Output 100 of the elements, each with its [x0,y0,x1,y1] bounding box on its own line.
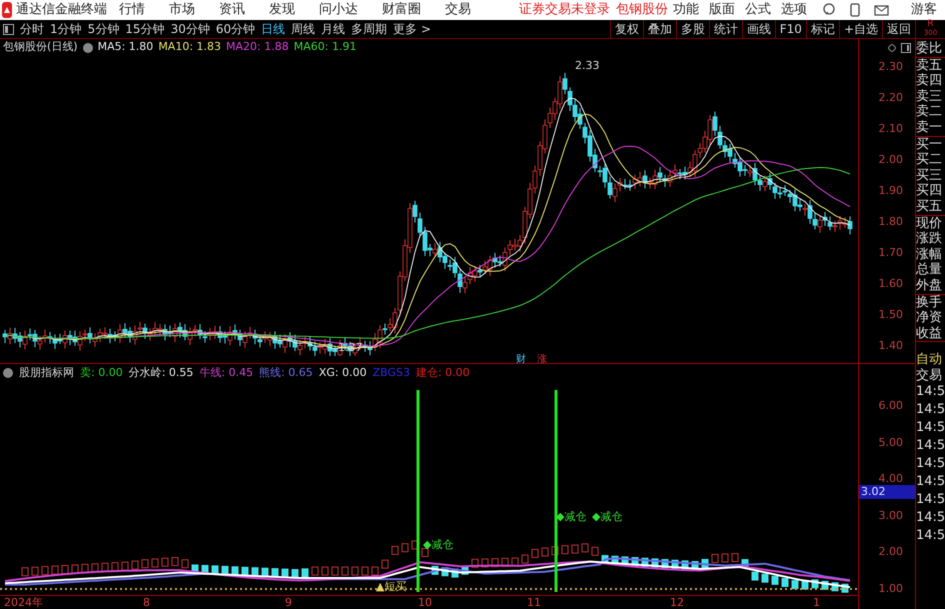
indicator-axis-label: 6.00 [878,400,903,412]
quote-label: 卖四 [916,73,943,89]
date-label: 8 [143,596,150,609]
tool-button[interactable]: 复权 [610,20,643,38]
date-label: 9 [285,596,292,609]
tool-button[interactable]: 多股 [676,20,709,38]
indicator-value: 卖: 0.00 [80,364,123,381]
quote-label: 买四 [916,183,943,199]
period-tab[interactable]: 30分钟 [168,20,213,38]
price-axis-label: 2.20 [878,92,903,104]
date-label: 11 [527,596,541,609]
menu-item[interactable]: 行情 [107,0,157,20]
chart-title: 包钢股份(日线) [3,39,78,56]
login-notice: 证券交易未登录 [519,1,610,20]
signal-label: ▲短买 [376,579,406,595]
panel-toggle-icon[interactable] [901,42,911,52]
price-axis-label: 2.10 [878,123,903,135]
period-tab[interactable]: 更多 > [390,20,434,38]
auto-mode-label: 自动 [916,352,943,368]
low-price-label: 1.37 [338,340,362,356]
quote-label: 卖一 [916,120,943,136]
menu-item[interactable]: 市场 [157,0,207,20]
chat-icon[interactable] [822,3,836,17]
price-axis-label: 1.70 [878,247,903,259]
menu-item[interactable]: 功能 [668,0,704,20]
quote-label: 换手 [916,294,943,310]
trade-time: 14:5 [916,383,945,402]
stock-name: 包钢股份 [616,1,668,20]
indicator-title: 股朋指标网 [19,364,74,381]
period-tab[interactable]: 分时 [17,20,47,38]
period-tab[interactable]: 周线 [288,20,318,38]
trade-time: 14:5 [916,473,945,492]
menu-item[interactable]: 财富圈 [370,0,433,20]
trade-time: 14:5 [916,527,945,546]
period-tab[interactable]: 日线 [258,20,288,38]
menu-item[interactable]: 资讯 [207,0,257,20]
tool-button[interactable]: 叠加 [642,20,676,38]
price-axis-label: 1.60 [878,278,903,290]
corner-label: R [927,20,934,29]
period-tab[interactable]: 5分钟 [84,20,122,38]
quote-label: 净资 [916,310,943,326]
trade-time: 14:5 [916,401,945,420]
quote-label: 卖三 [916,88,943,104]
mail-icon[interactable] [874,4,889,16]
menu-item[interactable]: 交易 [433,0,483,20]
quote-label: 总量 [916,262,943,278]
date-label: 10 [418,596,432,609]
trade-time: 14:5 [916,419,945,438]
price-axis-label: 1.80 [878,216,903,228]
indicator-axis-label: 2.00 [878,546,903,558]
menu-item[interactable]: 发现 [257,0,307,20]
period-tab[interactable]: 15分钟 [122,20,168,38]
menu-item[interactable]: 问小达 [307,0,370,20]
menu-item[interactable]: 选项 [776,0,812,20]
quote-label: 涨跌 [916,231,943,247]
signal-label: ◆减仓 [592,509,622,525]
user-button[interactable]: 游客 [911,0,937,20]
period-tab[interactable]: 1分钟 [47,20,85,38]
diamond-icon[interactable] [888,44,896,52]
dropdown-icon[interactable] [82,42,93,52]
indicator-value: ZBGS3 [372,364,410,381]
quote-label: 现价 [916,216,943,232]
tool-button[interactable]: 返回 [882,20,915,38]
tool-button[interactable]: +自选 [838,20,882,38]
period-tab[interactable]: 月线 [318,20,348,38]
tool-button[interactable]: 统计 [708,20,742,38]
app-title: 通达信金融终端 [16,1,107,20]
period-tab[interactable]: 60分钟 [212,20,258,38]
moving-average-value: MA10: 1.83 [158,39,222,56]
trade-label: 交易 [916,368,943,384]
tool-button[interactable]: 画线 [742,20,775,38]
tool-button[interactable]: F10 [774,20,806,38]
trade-time: 14:5 [916,455,945,474]
price-axis-label: 2.30 [878,61,903,73]
menu-item[interactable]: 公式 [740,0,776,20]
quote-label: 买一 [916,136,943,152]
quote-label: 买二 [916,152,943,168]
trade-time: 14:5 [916,491,945,510]
price-axis-label: 1.40 [878,340,903,352]
quote-label: 外盘 [916,278,943,294]
indicator-value: 分水岭: 0.55 [128,364,194,381]
quote-label: 买三 [916,168,943,184]
dropdown-icon[interactable] [3,368,13,378]
indicator-axis-label: 5.00 [878,436,903,449]
panel-toggle-icon[interactable] [3,24,14,34]
period-tab[interactable]: 多周期 [348,20,390,38]
finance-marker: 财 [516,352,526,367]
quote-label: 卖五 [916,58,943,73]
date-label: 1 [813,596,820,609]
indicator-axis-label: 1.00 [878,583,903,595]
high-price-label: 2.33 [575,58,600,74]
quote-label: 买五 [916,198,943,215]
phone-icon[interactable] [850,3,860,17]
current-value-label: 3.02 [859,485,915,499]
menu-item[interactable]: 版面 [704,0,740,20]
quote-label: 卖二 [916,104,943,120]
indicator-value: 建仓: 0.00 [416,364,470,381]
indicator-axis-label: 3.00 [878,510,903,522]
tool-button[interactable]: 标记 [806,20,839,38]
indicator-value: 熊线: 0.65 [259,364,313,381]
